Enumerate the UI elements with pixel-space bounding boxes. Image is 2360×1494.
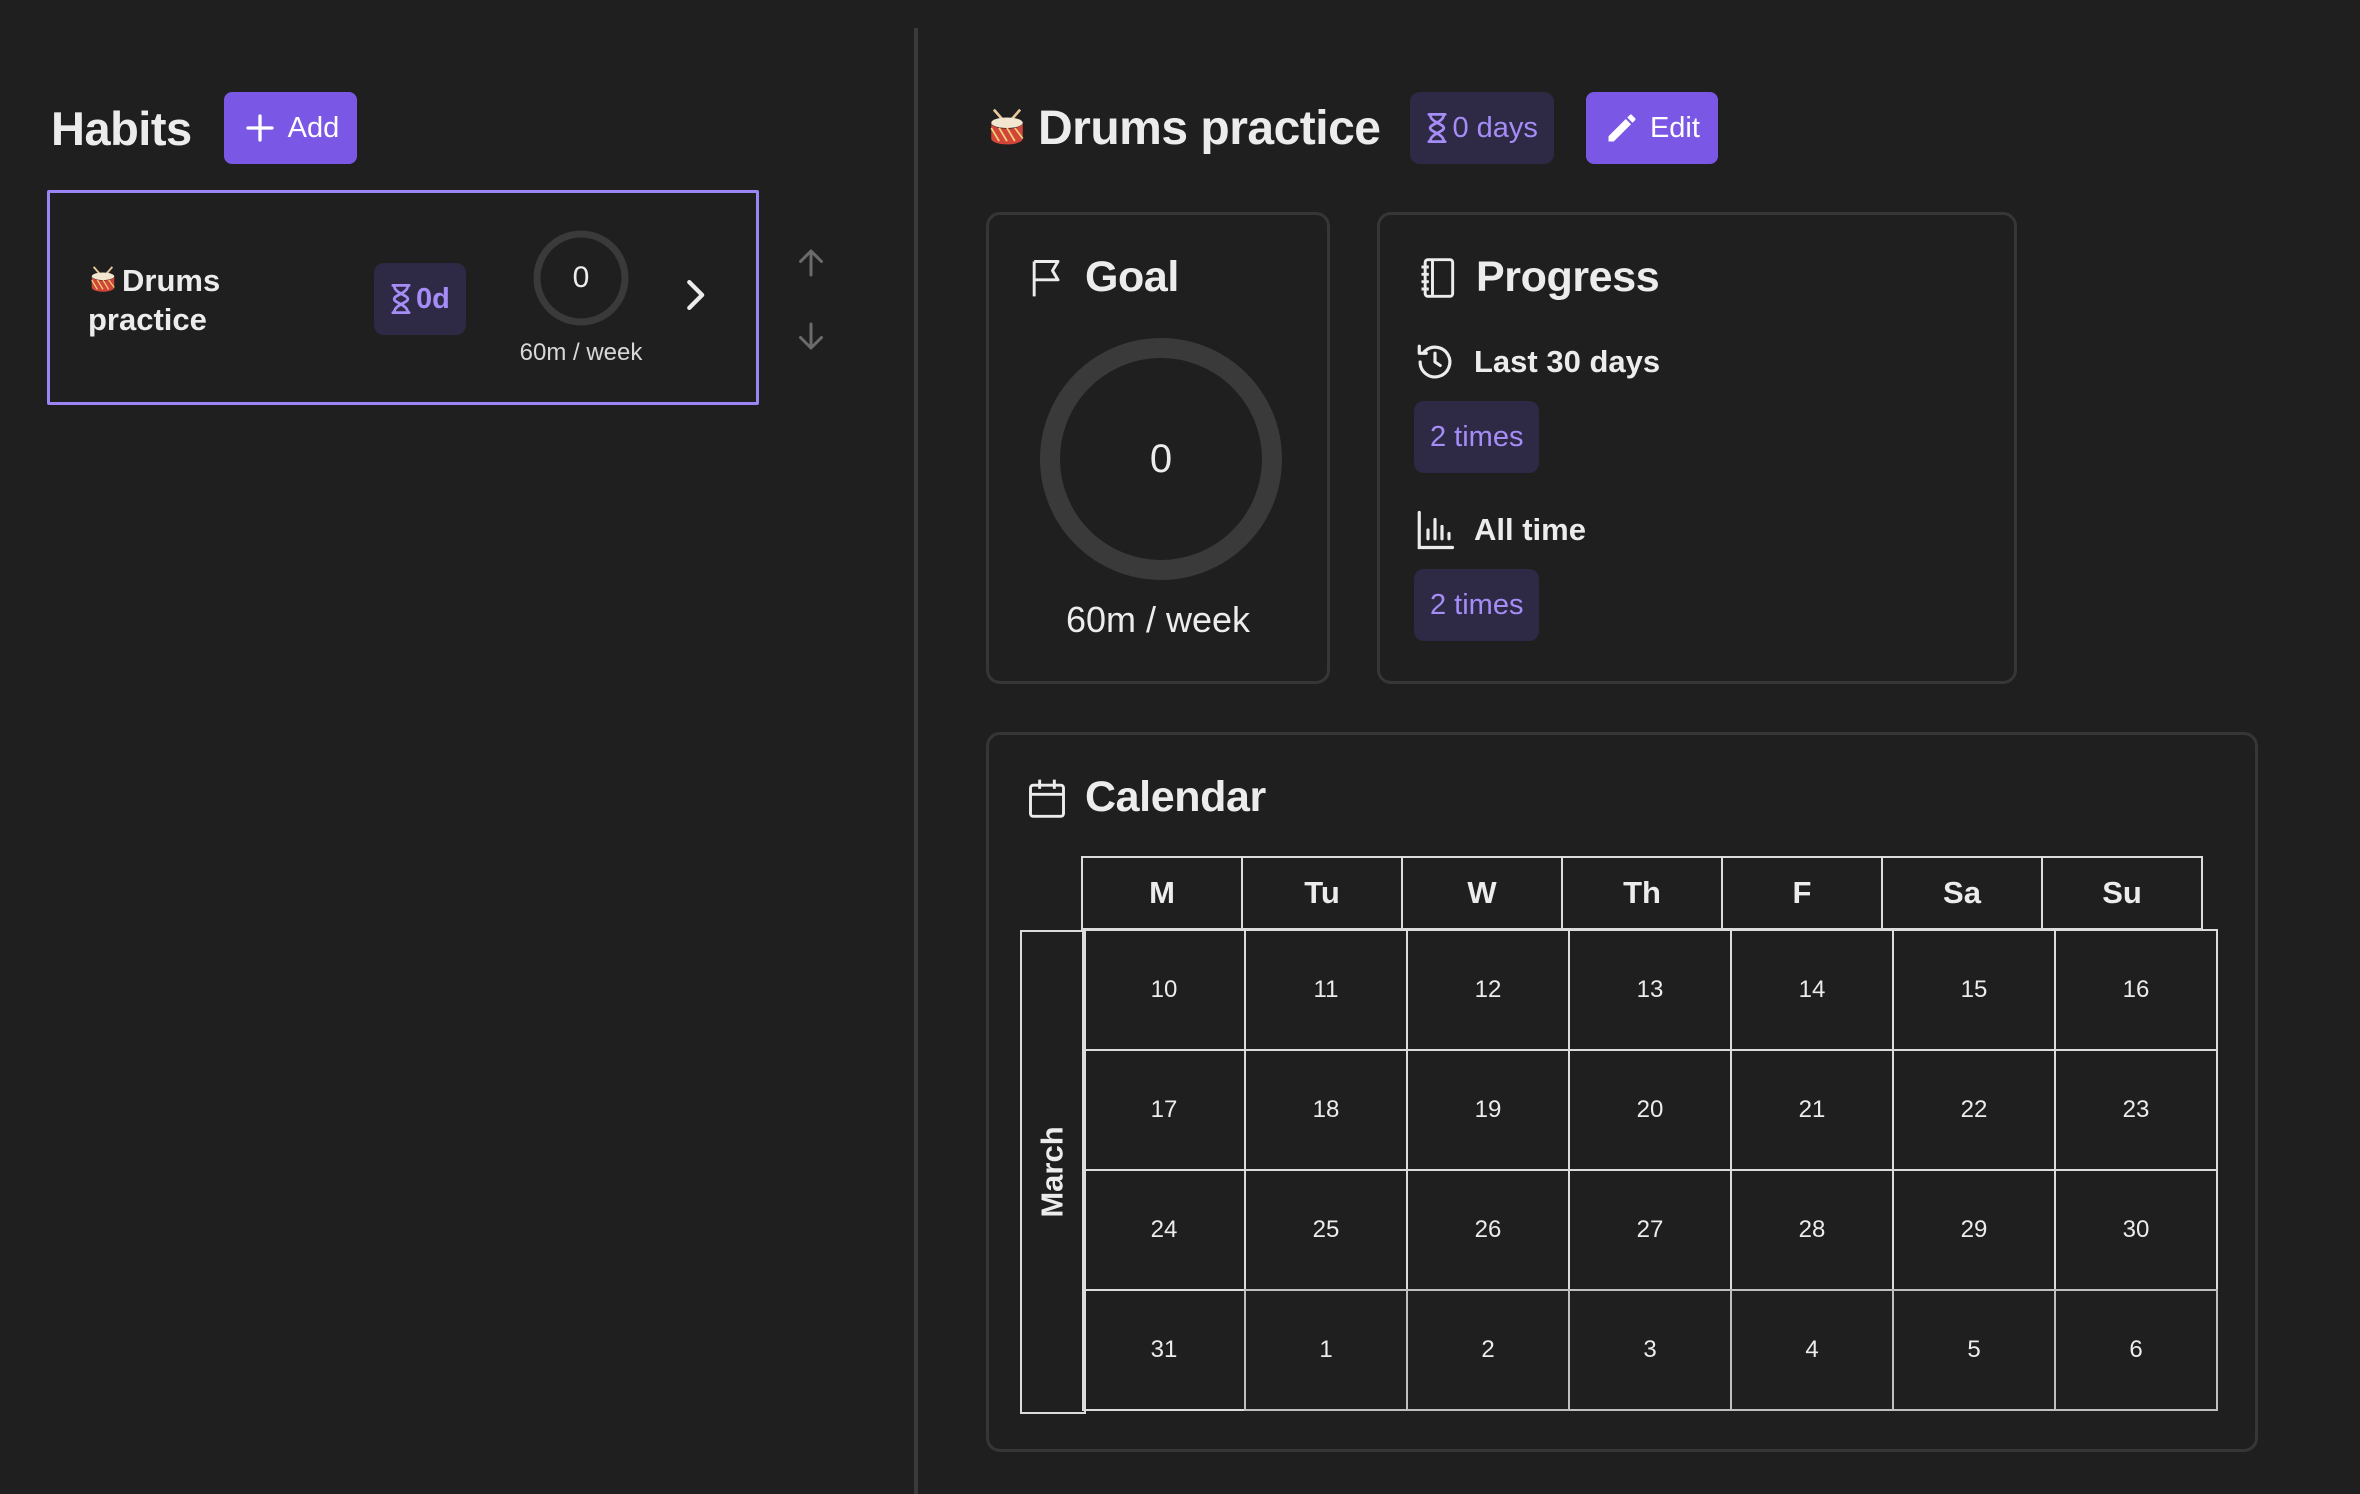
last-30-days-badge: 2 times [1414,401,1540,473]
calendar-day[interactable]: 15 [1892,929,2056,1051]
calendar-day[interactable]: 19 [1406,1049,1570,1171]
calendar-day[interactable]: 22 [1892,1049,2056,1171]
goal-label: 60m / week [1065,599,1251,640]
goal-ring-value: 0 [1149,436,1173,481]
edit-habit-button[interactable]: Edit [1585,92,1718,164]
calendar-day[interactable]: 29 [1892,1169,2056,1291]
calendar-day[interactable]: 5 [1892,1289,2056,1411]
calendar-month-text: March [1035,1126,1070,1218]
weekday-header: W [1401,856,1563,930]
calendar-day[interactable]: 17 [1082,1049,1246,1171]
pencil-icon [1608,114,1636,142]
weekday-header: Su [2041,856,2203,930]
all-time-row: All time [1414,509,1586,551]
habits-header: Habits Add [51,92,358,164]
hourglass-icon [1427,113,1448,143]
calendar-weekday-header: M Tu W Th F Sa Su [1081,856,2203,930]
calendar-icon [1029,779,1065,818]
all-time-badge: 2 times [1414,569,1540,641]
calendar-day[interactable]: 18 [1244,1049,1408,1171]
streak-badge-text: 0d [416,282,450,315]
calendar-day[interactable]: 25 [1244,1169,1408,1291]
calendar-month-label: March [1020,930,1086,1414]
all-time-label: All time [1474,512,1586,547]
calendar-day[interactable]: 12 [1406,929,1570,1051]
progress-panel: Progress Last 30 days 2 times All time 2… [1377,212,2017,684]
move-down-arrow-icon[interactable] [793,318,829,354]
calendar-panel-title: Calendar [1025,773,1266,822]
calendar-day[interactable]: 2 [1406,1289,1570,1411]
goal-text: 60m / week [519,339,643,366]
streak-badge: 0d [374,263,466,335]
detail-header: Drums practice 0 days Edit [986,92,1718,164]
goal-panel: Goal 0 60m / week [986,212,1330,684]
detail-title-text: Drums practice [1038,101,1381,155]
calendar-day[interactable]: 20 [1568,1049,1732,1171]
drum-emoji-icon [990,108,1024,145]
last-30-days-label: Last 30 days [1474,344,1661,379]
hourglass-icon [391,284,411,314]
edit-habit-label: Edit [1649,111,1700,144]
goal-progress-value: 0 [572,261,590,294]
calendar-day[interactable]: 30 [2054,1169,2218,1291]
chevron-right-icon[interactable] [680,275,710,315]
goal-panel-title-text: Goal [1085,253,1179,301]
detail-streak-text: 0 days [1452,111,1538,144]
add-habit-button[interactable]: Add [223,92,358,164]
calendar-day[interactable]: 21 [1730,1049,1894,1171]
weekday-header: Tu [1241,856,1403,930]
progress-panel-title: Progress [1416,253,1660,302]
calendar-day[interactable]: 4 [1730,1289,1894,1411]
history-icon [1417,344,1452,379]
weekday-header: M [1081,856,1243,930]
calendar-grid: 10 11 12 13 14 15 16 17 18 19 20 21 22 2… [1082,929,2218,1411]
calendar-day[interactable]: 23 [2054,1049,2218,1171]
drum-emoji-icon [91,266,115,292]
calendar-day[interactable]: 14 [1730,929,1894,1051]
calendar-panel-title-text: Calendar [1085,773,1266,821]
flag-icon [1032,259,1060,296]
bar-chart-icon [1417,510,1455,550]
calendar-day[interactable]: 3 [1568,1289,1732,1411]
calendar-day[interactable]: 1 [1244,1289,1408,1411]
calendar-day[interactable]: 24 [1082,1169,1246,1291]
add-habit-label: Add [287,111,340,144]
habits-sidebar: Habits Add Drums practice 0d 0 60m / wee… [0,0,915,1494]
move-up-arrow-icon[interactable] [793,245,829,281]
calendar-day[interactable]: 11 [1244,929,1408,1051]
calendar-day[interactable]: 27 [1568,1169,1732,1291]
weekday-header: Sa [1881,856,2043,930]
weekday-header: Th [1561,856,1723,930]
plus-icon [245,114,274,142]
calendar-day[interactable]: 13 [1568,929,1732,1051]
habits-title: Habits [51,101,192,155]
calendar-day[interactable]: 26 [1406,1169,1570,1291]
last-30-days-row: Last 30 days [1414,341,1660,383]
detail-title: Drums practice [986,101,1381,156]
detail-streak-badge: 0 days [1410,92,1554,164]
calendar-day[interactable]: 16 [2054,929,2218,1051]
calendar-day[interactable]: 28 [1730,1169,1894,1291]
habit-card-drums-practice[interactable]: Drums practice 0d 0 60m / week [47,190,759,405]
habit-card-name: Drums practice [88,261,288,339]
weekday-header: F [1721,856,1883,930]
calendar-day[interactable]: 31 [1082,1289,1246,1411]
progress-panel-title-text: Progress [1476,253,1660,301]
notebook-icon [1421,257,1455,298]
calendar-day[interactable]: 10 [1082,929,1246,1051]
goal-panel-title: Goal [1025,253,1179,302]
calendar-day[interactable]: 6 [2054,1289,2218,1411]
